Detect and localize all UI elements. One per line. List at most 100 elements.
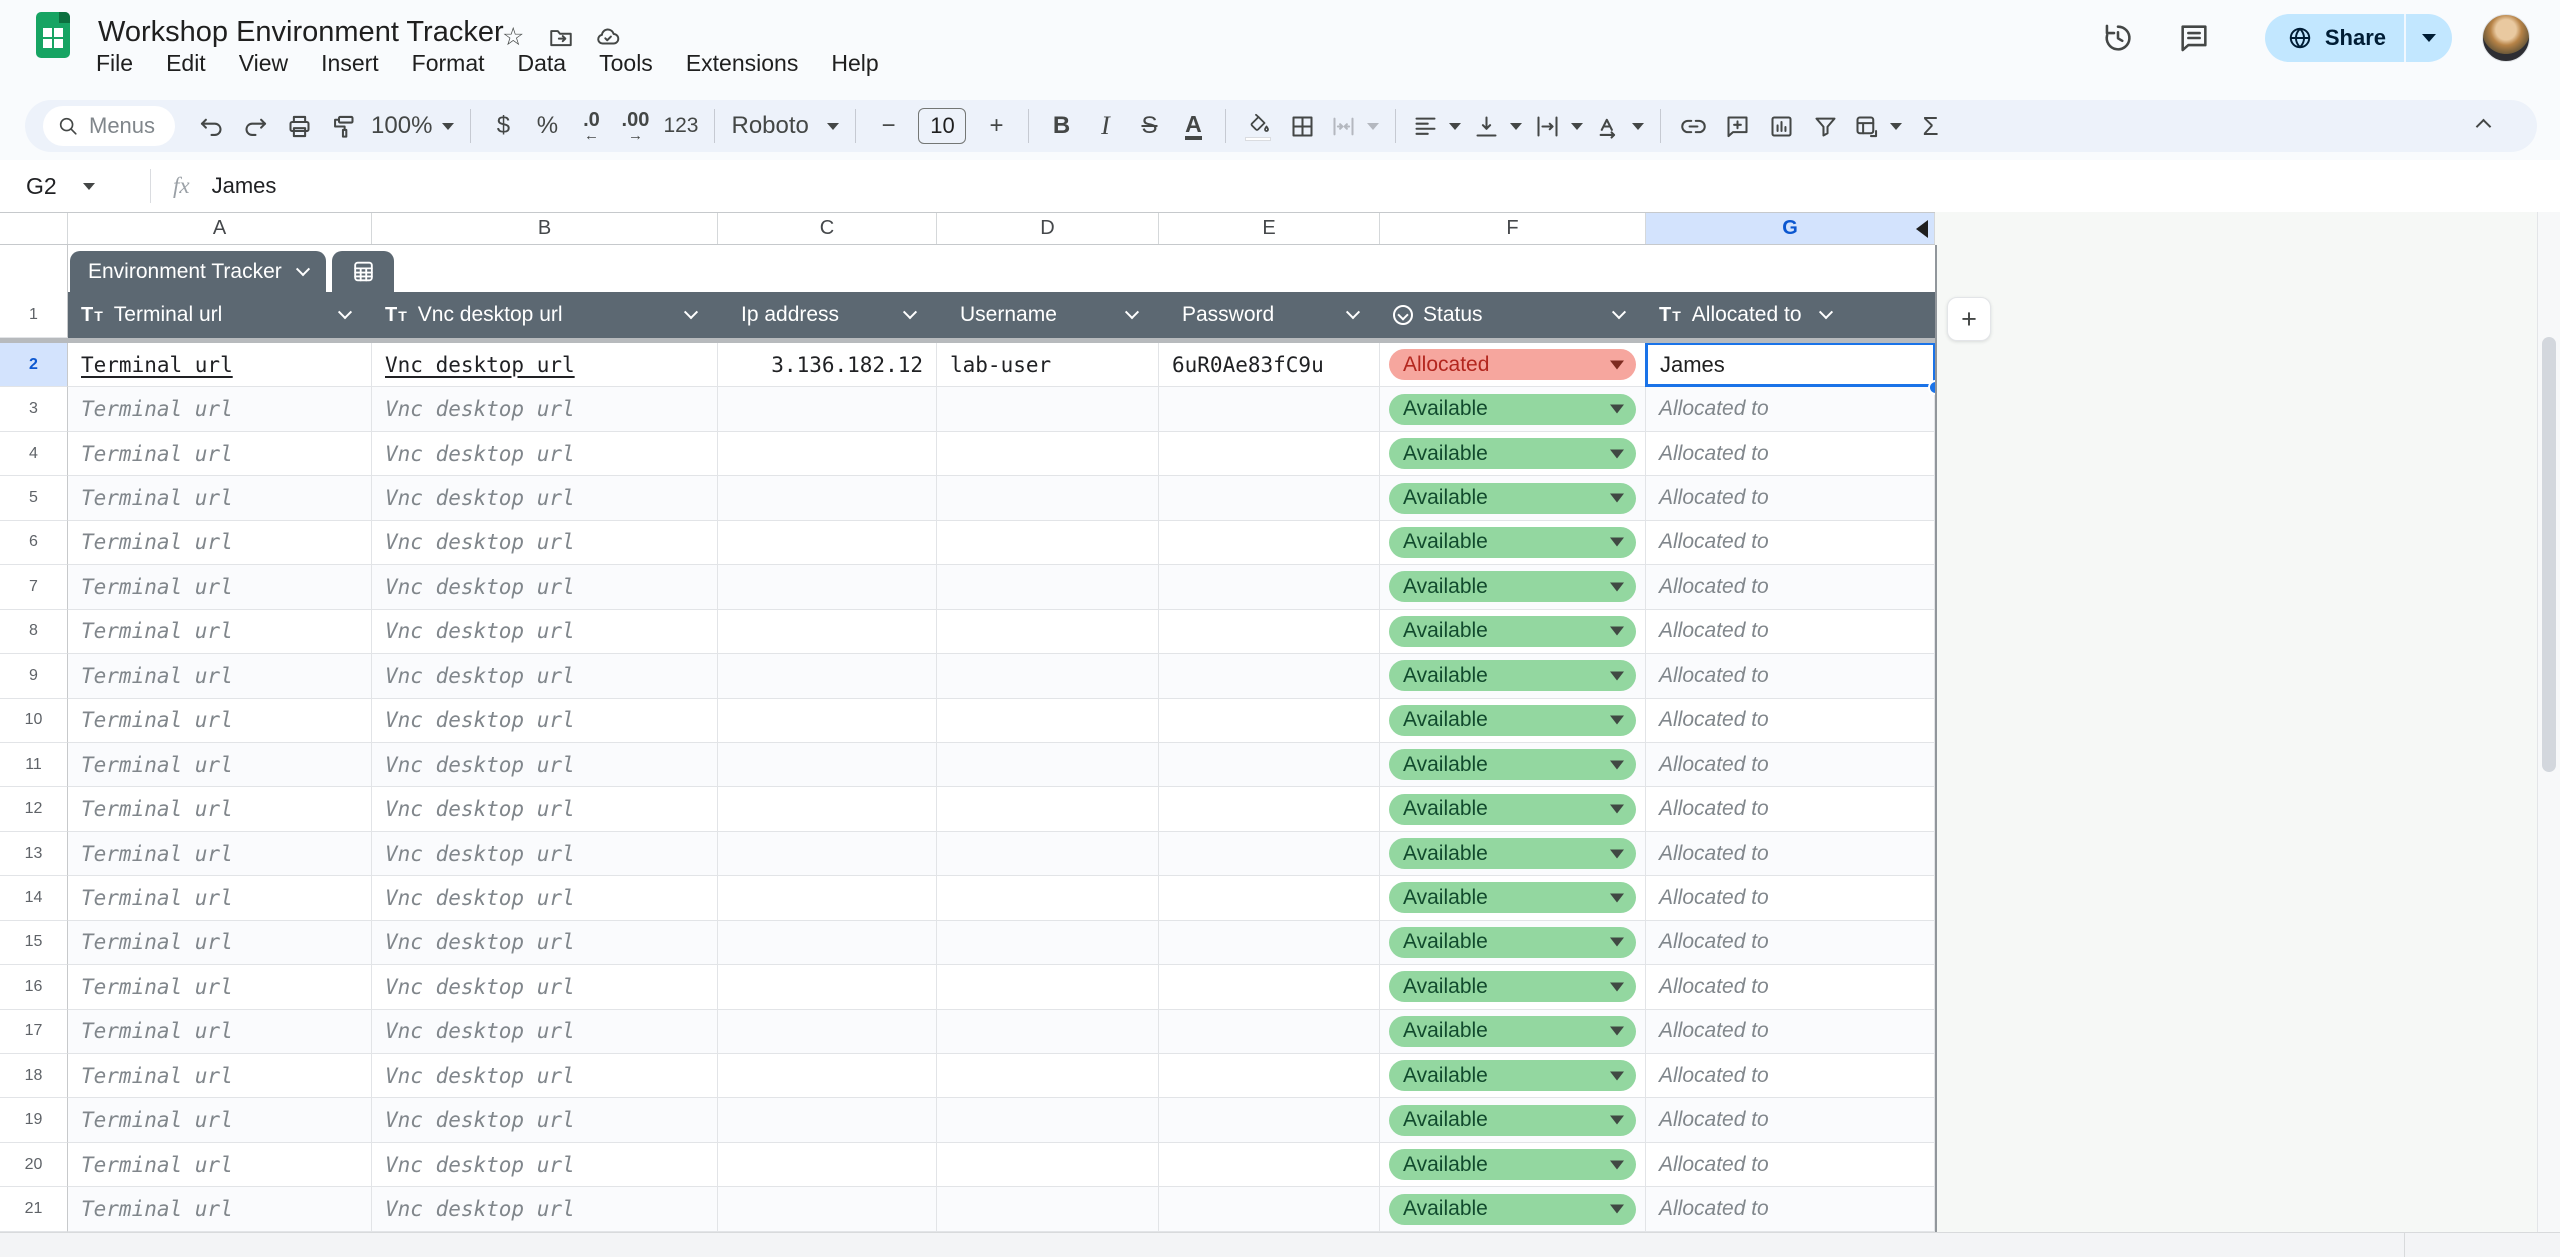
version-history-icon[interactable] bbox=[2101, 21, 2135, 55]
more-formats-button[interactable]: 123 bbox=[657, 104, 704, 148]
cell-terminal-url[interactable]: Terminal url bbox=[68, 343, 372, 387]
cell-vnc-url[interactable]: Vnc desktop url bbox=[372, 432, 718, 476]
cell-ip-address[interactable] bbox=[718, 1010, 937, 1054]
cell-ip-address[interactable] bbox=[718, 476, 937, 520]
cell-allocated-to[interactable]: Allocated to bbox=[1646, 743, 1935, 787]
cell-username[interactable] bbox=[937, 521, 1159, 565]
cell-terminal-url[interactable]: Terminal url bbox=[68, 743, 372, 787]
decrease-decimal-button[interactable]: .0← bbox=[569, 104, 613, 148]
cell-username[interactable]: lab-user bbox=[937, 343, 1159, 387]
cell-password[interactable] bbox=[1159, 1143, 1380, 1187]
cell-password[interactable] bbox=[1159, 476, 1380, 520]
name-box[interactable]: G2 bbox=[0, 173, 150, 200]
column-header-C[interactable]: C bbox=[718, 213, 937, 244]
cell-password[interactable] bbox=[1159, 565, 1380, 609]
comments-icon[interactable] bbox=[2177, 21, 2211, 55]
cell-password[interactable] bbox=[1159, 1098, 1380, 1142]
cell-username[interactable] bbox=[937, 743, 1159, 787]
status-chip[interactable]: Available bbox=[1389, 794, 1636, 825]
row-header-7[interactable]: 7 bbox=[0, 565, 68, 609]
text-color-button[interactable]: A bbox=[1171, 104, 1215, 148]
cell-status[interactable]: Available bbox=[1380, 521, 1646, 565]
add-column-button[interactable]: + bbox=[1947, 297, 1991, 341]
cell-status[interactable]: Available bbox=[1380, 1143, 1646, 1187]
insert-comment-button[interactable] bbox=[1715, 104, 1759, 148]
cell-password[interactable] bbox=[1159, 832, 1380, 876]
cell-status[interactable]: Available bbox=[1380, 1010, 1646, 1054]
row-header-2[interactable]: 2 bbox=[0, 343, 68, 387]
search-menus-button[interactable]: Menus bbox=[43, 106, 175, 146]
text-wrap-button[interactable] bbox=[1528, 104, 1589, 148]
cell-allocated-to[interactable]: Allocated to bbox=[1646, 1010, 1935, 1054]
cell-password[interactable] bbox=[1159, 1054, 1380, 1098]
cell-status[interactable]: Available bbox=[1380, 1054, 1646, 1098]
cell-password[interactable]: 6uR0Ae83fC9u bbox=[1159, 343, 1380, 387]
cell-status[interactable]: Available bbox=[1380, 876, 1646, 920]
cell-ip-address[interactable] bbox=[718, 921, 937, 965]
menu-extensions[interactable]: Extensions bbox=[686, 50, 799, 77]
redo-button[interactable] bbox=[233, 104, 277, 148]
increase-font-size-button[interactable]: + bbox=[974, 104, 1018, 148]
status-chip[interactable]: Available bbox=[1389, 1149, 1636, 1180]
cell-password[interactable] bbox=[1159, 921, 1380, 965]
cell-username[interactable] bbox=[937, 476, 1159, 520]
cell-username[interactable] bbox=[937, 699, 1159, 743]
vertical-scrollbar-thumb[interactable] bbox=[2542, 337, 2556, 772]
cell-status[interactable]: Available bbox=[1380, 743, 1646, 787]
table-view-button[interactable] bbox=[332, 251, 394, 292]
row-header-19[interactable]: 19 bbox=[0, 1098, 68, 1142]
cell-allocated-to[interactable]: Allocated to bbox=[1646, 921, 1935, 965]
table-header-status[interactable]: Status bbox=[1380, 292, 1646, 338]
cell-allocated-to[interactable]: Allocated to bbox=[1646, 1143, 1935, 1187]
menu-view[interactable]: View bbox=[239, 50, 288, 77]
decrease-font-size-button[interactable]: − bbox=[866, 104, 910, 148]
cell-allocated-to[interactable]: Allocated to bbox=[1646, 787, 1935, 831]
share-dropdown-button[interactable] bbox=[2404, 14, 2452, 62]
cell-vnc-url[interactable]: Vnc desktop url bbox=[372, 654, 718, 698]
row-header-20[interactable]: 20 bbox=[0, 1143, 68, 1187]
cell-allocated-to[interactable]: Allocated to bbox=[1646, 387, 1935, 431]
cell-terminal-url[interactable]: Terminal url bbox=[68, 1010, 372, 1054]
cell-username[interactable] bbox=[937, 387, 1159, 431]
document-title[interactable]: Workshop Environment Tracker bbox=[98, 16, 504, 49]
cell-ip-address[interactable] bbox=[718, 787, 937, 831]
hide-menus-button[interactable] bbox=[2461, 104, 2505, 148]
horizontal-align-button[interactable] bbox=[1406, 104, 1467, 148]
row-header-4[interactable]: 4 bbox=[0, 432, 68, 476]
cell-vnc-url[interactable]: Vnc desktop url bbox=[372, 610, 718, 654]
status-chip[interactable]: Available bbox=[1389, 705, 1636, 736]
cell-terminal-url[interactable]: Terminal url bbox=[68, 1143, 372, 1187]
status-chip[interactable]: Available bbox=[1389, 1060, 1636, 1091]
cell-vnc-url[interactable]: Vnc desktop url bbox=[372, 1143, 718, 1187]
cell-terminal-url[interactable]: Terminal url bbox=[68, 832, 372, 876]
cell-username[interactable] bbox=[937, 1010, 1159, 1054]
cell-allocated-to[interactable]: James bbox=[1646, 343, 1935, 387]
status-chip[interactable]: Allocated bbox=[1389, 349, 1636, 380]
cell-ip-address[interactable] bbox=[718, 654, 937, 698]
undo-button[interactable] bbox=[189, 104, 233, 148]
row-header-17[interactable]: 17 bbox=[0, 1010, 68, 1054]
cell-username[interactable] bbox=[937, 654, 1159, 698]
cell-username[interactable] bbox=[937, 1098, 1159, 1142]
cell-terminal-url[interactable]: Terminal url bbox=[68, 787, 372, 831]
cell-status[interactable]: Available bbox=[1380, 1098, 1646, 1142]
cell-vnc-url[interactable]: Vnc desktop url bbox=[372, 1010, 718, 1054]
sheets-logo-icon[interactable] bbox=[36, 12, 70, 58]
table-name-chip[interactable]: Environment Tracker bbox=[70, 251, 326, 292]
paint-format-button[interactable] bbox=[321, 104, 365, 148]
cell-password[interactable] bbox=[1159, 965, 1380, 1009]
status-chip[interactable]: Available bbox=[1389, 616, 1636, 647]
status-chip[interactable]: Available bbox=[1389, 838, 1636, 869]
cell-vnc-url[interactable]: Vnc desktop url bbox=[372, 565, 718, 609]
cell-password[interactable] bbox=[1159, 876, 1380, 920]
cell-allocated-to[interactable]: Allocated to bbox=[1646, 876, 1935, 920]
cell-ip-address[interactable] bbox=[718, 521, 937, 565]
formula-input[interactable]: James bbox=[212, 173, 277, 199]
font-size-input[interactable]: 10 bbox=[918, 108, 966, 144]
column-header-F[interactable]: F bbox=[1380, 213, 1646, 244]
status-chip[interactable]: Available bbox=[1389, 394, 1636, 425]
menu-data[interactable]: Data bbox=[518, 50, 567, 77]
menu-insert[interactable]: Insert bbox=[321, 50, 379, 77]
row-header-21[interactable]: 21 bbox=[0, 1187, 68, 1231]
row-header-11[interactable]: 11 bbox=[0, 743, 68, 787]
